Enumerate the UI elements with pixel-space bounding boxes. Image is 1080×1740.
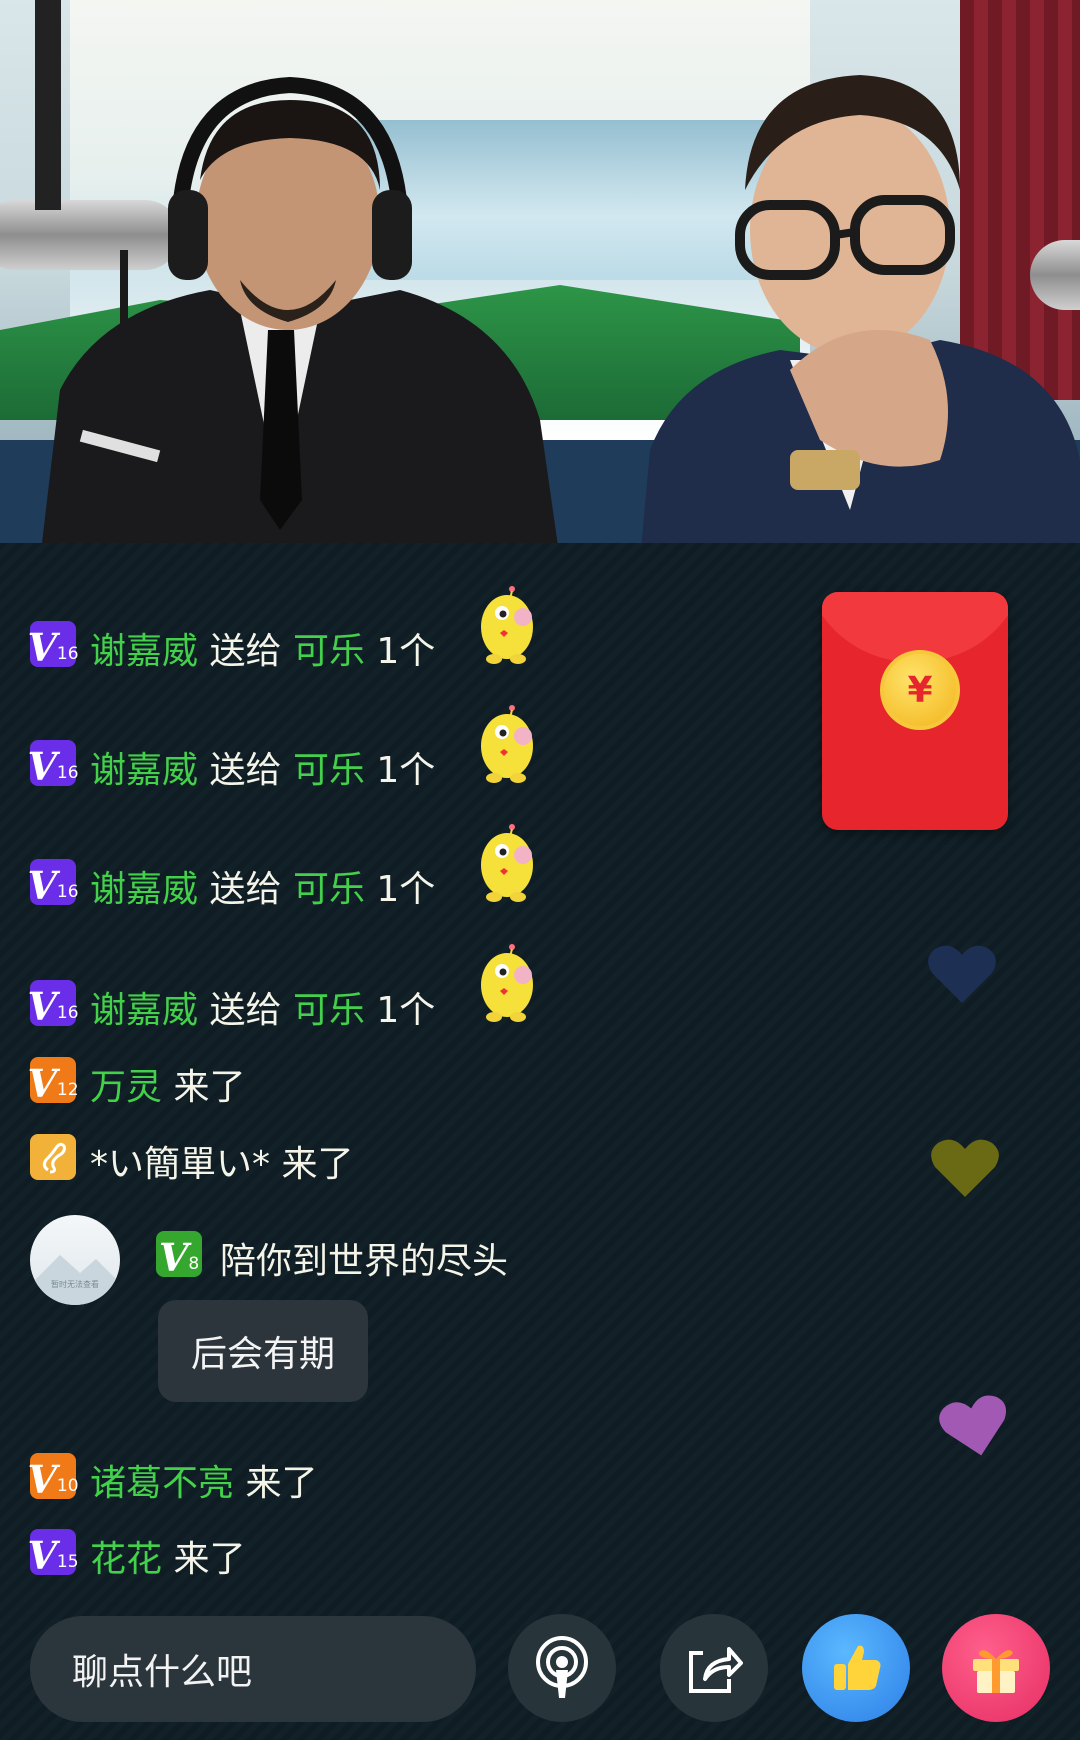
yuan-coin-icon: ¥	[880, 650, 960, 730]
recipient: 可乐	[292, 631, 365, 672]
guardian-badge	[30, 1134, 76, 1180]
cola-gift-icon	[481, 944, 533, 1022]
level-badge: V 16	[27, 980, 79, 1026]
chat-bubble: 后会有期	[158, 1300, 368, 1402]
username[interactable]: 谢嘉威	[90, 750, 198, 791]
level-badge: V 16	[27, 740, 79, 786]
username[interactable]: 谢嘉威	[90, 869, 198, 910]
username[interactable]: 陪你到世界的尽头	[220, 1241, 508, 1282]
recipient: 可乐	[292, 869, 365, 910]
host-right	[641, 75, 1080, 543]
username[interactable]: 谢嘉威	[90, 631, 198, 672]
username[interactable]: 花花	[90, 1539, 162, 1580]
level-badge: V 15	[27, 1529, 79, 1575]
cola-gift-icon	[481, 586, 533, 664]
gift-text: 谢嘉威 送给 可乐 1个	[90, 631, 436, 672]
podcast-icon	[536, 1636, 588, 1698]
floating-heart-icon	[928, 945, 996, 1003]
gift-button[interactable]	[942, 1614, 1050, 1722]
username[interactable]: *い簡單い*	[90, 1144, 270, 1185]
share-button[interactable]	[660, 1614, 768, 1722]
recipient: 可乐	[292, 990, 365, 1031]
gift-text: 谢嘉威 送给 可乐 1个	[90, 750, 436, 791]
mountain-placeholder-icon	[30, 1255, 120, 1305]
cola-gift-icon	[481, 705, 533, 783]
username[interactable]: 诸葛不亮	[90, 1463, 234, 1504]
cola-gift-icon	[481, 824, 533, 902]
level-badge: V 12	[27, 1057, 79, 1103]
chat-input[interactable]: 聊点什么吧	[30, 1616, 476, 1722]
level-badge: V8	[156, 1231, 202, 1277]
floating-heart-icon	[931, 1139, 999, 1197]
like-button[interactable]	[802, 1614, 910, 1722]
guardian-icon	[42, 1142, 66, 1174]
username[interactable]: 谢嘉威	[90, 990, 198, 1031]
level-badge: V 10	[27, 1453, 79, 1499]
chat-input-placeholder: 聊点什么吧	[72, 1652, 253, 1693]
share-icon	[689, 1647, 743, 1693]
gift-text: 谢嘉威 送给 可乐 1个	[90, 990, 436, 1031]
avatar-caption: 暂时无法查看	[51, 1280, 99, 1289]
gift-box-icon	[973, 1650, 1019, 1693]
recipient: 可乐	[292, 750, 365, 791]
red-packet-button[interactable]: ¥	[822, 592, 1008, 830]
live-video[interactable]	[0, 0, 1080, 543]
thumbs-up-icon	[834, 1645, 881, 1690]
username[interactable]: 万灵	[90, 1067, 162, 1108]
host-left	[42, 76, 558, 543]
podcast-button[interactable]	[508, 1614, 616, 1722]
avatar[interactable]: 暂时无法查看	[30, 1215, 120, 1305]
gift-text: 谢嘉威 送给 可乐 1个	[90, 869, 436, 910]
level-badge: V 16	[27, 621, 79, 667]
level-badge: V 16	[27, 859, 79, 905]
